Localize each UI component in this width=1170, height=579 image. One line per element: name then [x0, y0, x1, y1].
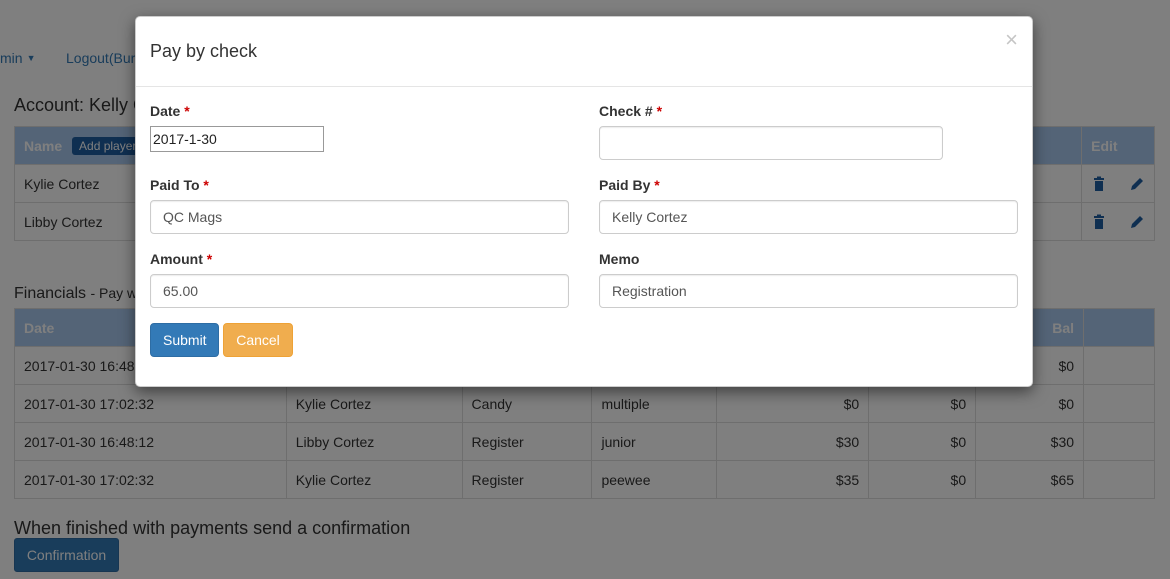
modal-header: Pay by check × [136, 17, 1032, 87]
date-field-group: Date * [150, 103, 324, 152]
check-label: Check # * [599, 103, 943, 119]
memo-field-group: Memo [599, 251, 1018, 308]
paid-by-input[interactable] [599, 200, 1018, 234]
date-label-text: Date [150, 103, 181, 119]
close-icon[interactable]: × [1005, 27, 1018, 53]
paid-to-label-text: Paid To [150, 177, 200, 193]
paid-to-field-group: Paid To * [150, 177, 569, 234]
paid-to-input[interactable] [150, 200, 569, 234]
submit-button[interactable]: Submit [150, 323, 219, 357]
amount-field-group: Amount * [150, 251, 569, 308]
check-field-group: Check # * [599, 103, 943, 160]
memo-input[interactable] [599, 274, 1018, 308]
required-mark: * [656, 103, 663, 119]
amount-input[interactable] [150, 274, 569, 308]
paid-by-field-group: Paid By * [599, 177, 1018, 234]
pay-by-check-dialog: Pay by check × Date * Check # * Paid To … [135, 16, 1033, 387]
required-mark: * [206, 251, 213, 267]
cancel-button[interactable]: Cancel [223, 323, 293, 357]
required-mark: * [203, 177, 209, 193]
check-label-text: Check # [599, 103, 653, 119]
paid-by-label-text: Paid By [599, 177, 651, 193]
date-input[interactable] [150, 126, 324, 152]
paid-by-label: Paid By * [599, 177, 1018, 193]
memo-label: Memo [599, 251, 640, 267]
modal-title: Pay by check [150, 41, 258, 61]
required-mark: * [654, 177, 660, 193]
paid-to-label: Paid To * [150, 177, 569, 193]
amount-label: Amount * [150, 251, 569, 267]
amount-label-text: Amount [150, 251, 203, 267]
required-mark: * [184, 103, 190, 119]
date-label: Date * [150, 103, 324, 119]
check-number-input[interactable] [599, 126, 943, 160]
